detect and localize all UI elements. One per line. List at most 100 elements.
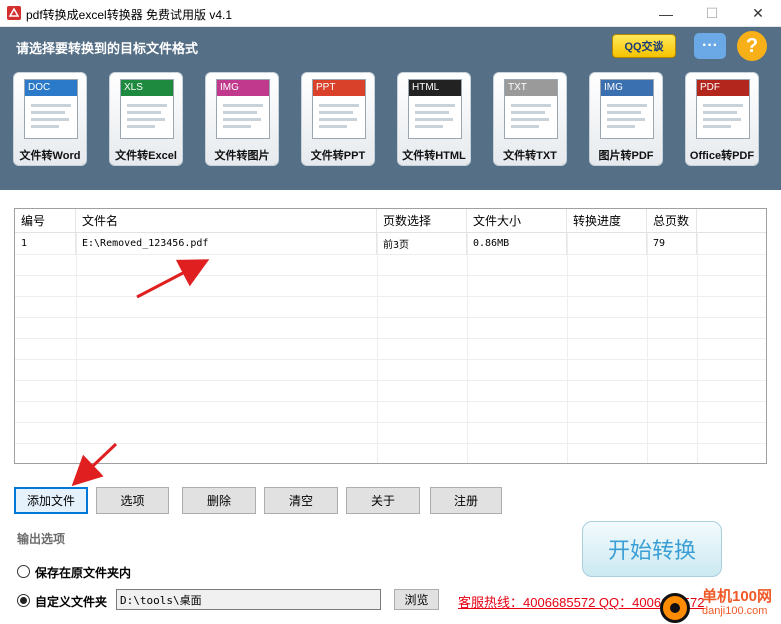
format-label: 文件转PPT xyxy=(310,150,366,162)
format-label: 文件转TXT xyxy=(503,150,557,162)
format-tag: PPT xyxy=(313,80,365,96)
format-tag: IMG xyxy=(601,80,653,96)
format-label: 文件转Excel xyxy=(115,150,177,162)
format-card-0[interactable]: DOC 文件转Word xyxy=(13,72,87,166)
clear-button[interactable]: 清空 xyxy=(264,487,338,514)
format-label: 文件转Word xyxy=(19,150,81,162)
format-tag: PDF xyxy=(697,80,749,96)
table-grid-line xyxy=(15,359,766,360)
format-tag: TXT xyxy=(505,80,557,96)
table-grid-line xyxy=(15,275,766,276)
document-preview-icon xyxy=(319,104,359,128)
document-icon: PDF xyxy=(696,79,750,139)
column-header[interactable]: 总页数 xyxy=(647,209,697,232)
browse-button[interactable]: 浏览 xyxy=(394,589,439,610)
cell-total-pages: 79 xyxy=(647,233,697,254)
custom-path-input[interactable]: D:\tools\桌面 xyxy=(116,589,381,610)
table-grid-line xyxy=(15,422,766,423)
add-file-button[interactable]: 添加文件 xyxy=(14,487,88,514)
table-row[interactable]: 1 E:\Removed_123456.pdf 前3页 0.86MB 79 xyxy=(15,233,766,254)
title-bar: pdf转换成excel转换器 免费试用版 v4.1 — ☐ ✕ xyxy=(0,0,781,27)
format-tag: IMG xyxy=(217,80,269,96)
column-header[interactable]: 文件名 xyxy=(76,209,377,232)
document-icon: IMG xyxy=(600,79,654,139)
document-preview-icon xyxy=(511,104,551,128)
column-header[interactable]: 编号 xyxy=(15,209,76,232)
chat-bubble-icon: ··· xyxy=(702,37,718,54)
output-options-title: 输出选项 xyxy=(17,532,66,546)
document-icon: XLS xyxy=(120,79,174,139)
format-tag: XLS xyxy=(121,80,173,96)
app-pdf-icon xyxy=(7,6,21,20)
table-grid-line xyxy=(15,317,766,318)
table-grid-line xyxy=(15,380,766,381)
column-header[interactable]: 文件大小 xyxy=(467,209,567,232)
label-custom-folder: 自定义文件夹 xyxy=(35,595,108,609)
register-button[interactable]: 注册 xyxy=(430,487,502,514)
document-preview-icon xyxy=(223,104,263,128)
qq-chat-label: QQ交谈 xyxy=(624,41,664,53)
document-icon: IMG xyxy=(216,79,270,139)
table-grid-line xyxy=(15,401,766,402)
document-preview-icon xyxy=(607,104,647,128)
format-label: 文件转图片 xyxy=(214,150,270,162)
format-card-5[interactable]: TXT 文件转TXT xyxy=(493,72,567,166)
question-mark-icon: ? xyxy=(745,34,759,57)
minimize-icon: — xyxy=(659,5,673,22)
document-icon: TXT xyxy=(504,79,558,139)
chat-bubble-button[interactable]: ··· xyxy=(694,33,726,59)
minimize-button[interactable]: — xyxy=(643,0,689,27)
document-preview-icon xyxy=(703,104,743,128)
cell-filename: E:\Removed_123456.pdf xyxy=(76,233,377,254)
cell-index: 1 xyxy=(15,233,76,254)
delete-button[interactable]: 删除 xyxy=(182,487,256,514)
table-column-line xyxy=(377,233,378,463)
cell-progress xyxy=(567,233,647,254)
table-column-line xyxy=(467,233,468,463)
options-button[interactable]: 选项 xyxy=(96,487,169,514)
maximize-button[interactable]: ☐ xyxy=(689,0,735,27)
about-button[interactable]: 关于 xyxy=(346,487,420,514)
format-card-6[interactable]: IMG 图片转PDF xyxy=(589,72,663,166)
radio-same-folder[interactable] xyxy=(17,565,30,578)
table-header: 编号 文件名 页数选择 文件大小 转换进度 总页数 xyxy=(15,209,766,233)
watermark: 单机100网 danji100.com xyxy=(640,583,781,624)
format-card-3[interactable]: PPT 文件转PPT xyxy=(301,72,375,166)
table-column-line xyxy=(647,233,648,463)
format-card-2[interactable]: IMG 文件转图片 xyxy=(205,72,279,166)
format-card-7[interactable]: PDF Office转PDF xyxy=(685,72,759,166)
column-header xyxy=(697,209,766,232)
format-label: 文件转HTML xyxy=(402,150,466,162)
document-icon: PPT xyxy=(312,79,366,139)
close-icon: ✕ xyxy=(752,5,764,21)
format-card-1[interactable]: XLS 文件转Excel xyxy=(109,72,183,166)
close-button[interactable]: ✕ xyxy=(735,0,781,27)
watermark-cn: 单机100网 xyxy=(702,588,773,605)
maximize-icon: ☐ xyxy=(705,5,719,21)
table-column-line xyxy=(76,233,77,463)
format-tag: HTML xyxy=(409,80,461,96)
table-grid-line xyxy=(15,296,766,297)
watermark-en: danji100.com xyxy=(702,605,768,617)
format-prompt: 请选择要转换到的目标文件格式 xyxy=(16,41,199,56)
cell-empty xyxy=(697,233,766,254)
table-column-line xyxy=(697,233,698,463)
format-label: 图片转PDF xyxy=(598,150,654,162)
cell-page-selection[interactable]: 前3页 xyxy=(377,233,467,254)
qq-chat-button[interactable]: QQ交谈 xyxy=(612,34,676,58)
table-grid-line xyxy=(15,338,766,339)
label-same-folder: 保存在原文件夹内 xyxy=(35,566,132,580)
start-convert-button[interactable]: 开始转换 xyxy=(582,521,722,577)
table-column-line xyxy=(567,233,568,463)
file-table[interactable]: 编号 文件名 页数选择 文件大小 转换进度 总页数 1 E:\Removed_1… xyxy=(14,208,767,464)
format-card-4[interactable]: HTML 文件转HTML xyxy=(397,72,471,166)
radio-custom-folder[interactable] xyxy=(17,594,30,607)
help-button[interactable]: ? xyxy=(737,31,767,61)
column-header[interactable]: 页数选择 xyxy=(377,209,467,232)
document-preview-icon xyxy=(415,104,455,128)
table-grid-line xyxy=(15,443,766,444)
format-tag: DOC xyxy=(25,80,77,96)
column-header[interactable]: 转换进度 xyxy=(567,209,647,232)
cell-file-size: 0.86MB xyxy=(467,233,567,254)
format-header: 请选择要转换到的目标文件格式 QQ交谈 ··· ? DOC 文件转Word XLS 文… xyxy=(0,27,781,190)
